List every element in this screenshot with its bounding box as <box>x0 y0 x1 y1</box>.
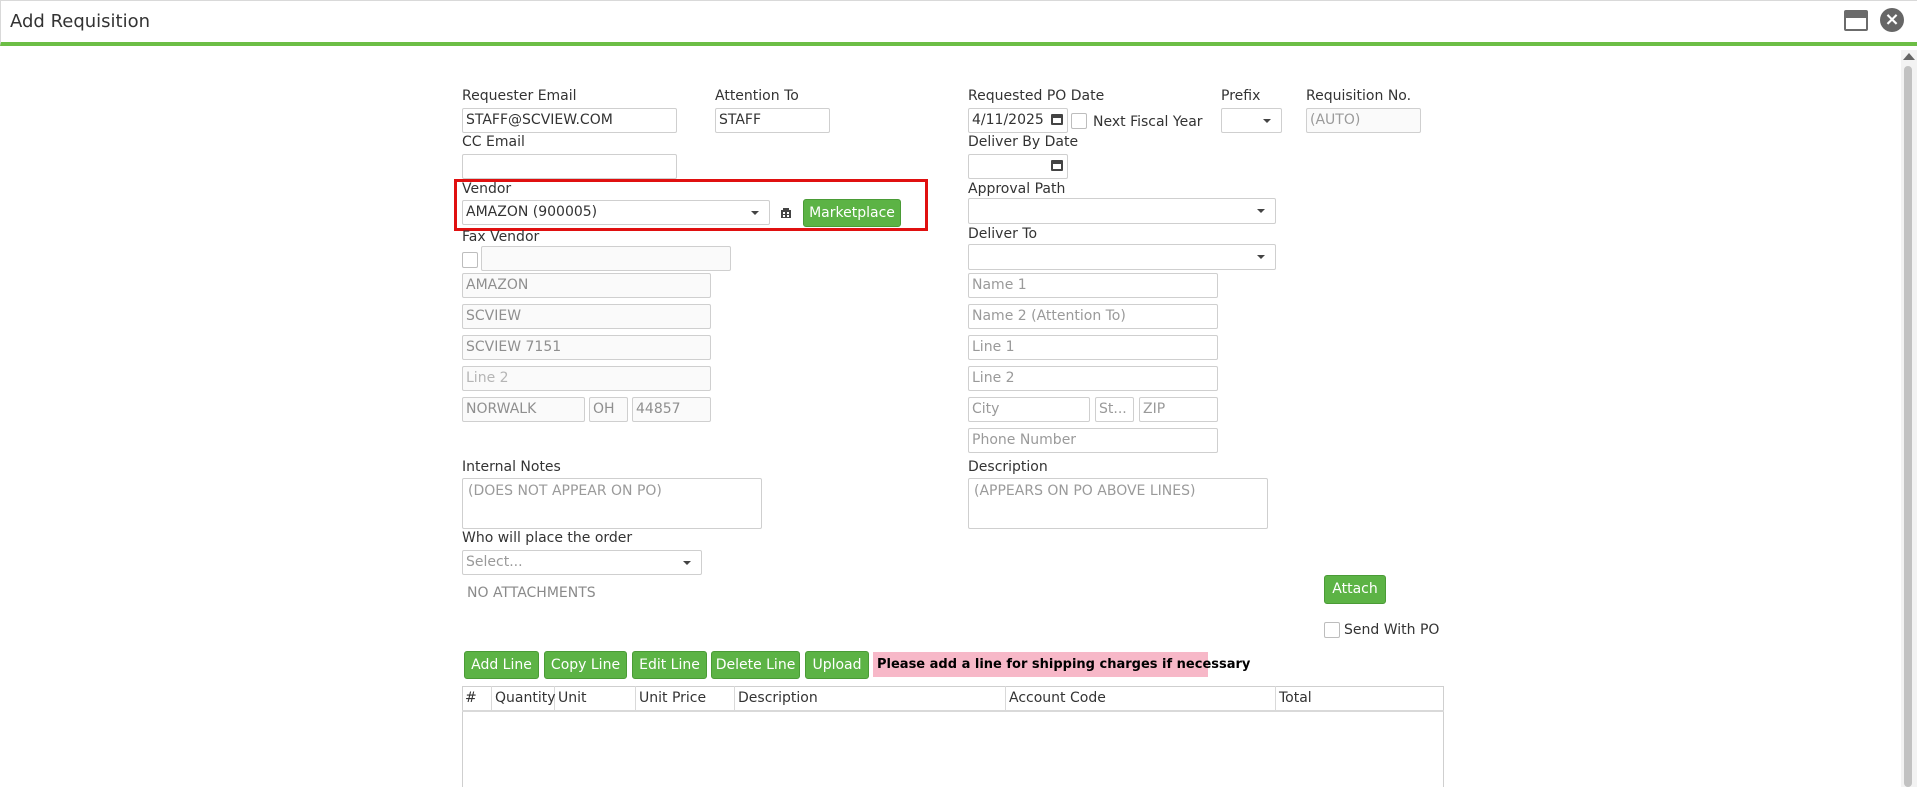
edit-line-button[interactable]: Edit Line <box>632 651 707 679</box>
vendor-state-field: OH <box>589 397 628 422</box>
chevron-down-icon <box>751 211 759 215</box>
deliver-name1-field[interactable]: Name 1 <box>968 273 1218 298</box>
vendor-select[interactable]: AMAZON (900005) <box>462 200 770 225</box>
attention-to-label: Attention To <box>715 88 799 104</box>
requested-po-date-field[interactable]: 4/11/2025 <box>968 108 1068 133</box>
requester-email-field[interactable]: STAFF@SCVIEW.COM <box>462 108 677 133</box>
approval-path-label: Approval Path <box>968 181 1066 197</box>
send-with-po-checkbox[interactable] <box>1324 622 1340 638</box>
requisition-no-field: (AUTO) <box>1306 108 1421 133</box>
scrollbar-thumb[interactable] <box>1904 66 1912 787</box>
fax-vendor-field[interactable] <box>481 246 731 271</box>
chevron-down-icon <box>1257 209 1265 213</box>
column-header-quantity[interactable]: Quantity <box>492 686 556 712</box>
prefix-label: Prefix <box>1221 88 1261 104</box>
scroll-up-arrow-icon[interactable] <box>1903 53 1915 60</box>
deliver-to-select[interactable] <box>968 244 1276 270</box>
internal-notes-textarea[interactable]: (DOES NOT APPEAR ON PO) <box>462 478 762 529</box>
vendor-line2-field: Line 2 <box>462 366 711 391</box>
copy-line-button[interactable]: Copy Line <box>544 651 627 679</box>
upload-button[interactable]: Upload <box>805 651 869 679</box>
deliver-zip-field[interactable]: ZIP <box>1139 397 1218 422</box>
vendor-zip-field: 44857 <box>632 397 711 422</box>
column-header-total[interactable]: Total <box>1276 686 1442 712</box>
column-header-number[interactable]: # <box>462 686 492 712</box>
send-with-po-label: Send With PO <box>1344 622 1440 638</box>
cc-email-label: CC Email <box>462 134 525 150</box>
description-textarea[interactable]: (APPEARS ON PO ABOVE LINES) <box>968 478 1268 529</box>
deliver-line2-field[interactable]: Line 2 <box>968 366 1218 391</box>
chevron-down-icon <box>1263 119 1271 123</box>
close-icon[interactable]: × <box>1880 8 1904 32</box>
vendor-name-field: AMAZON <box>462 273 711 298</box>
delete-line-button[interactable]: Delete Line <box>711 651 800 679</box>
column-header-account-code[interactable]: Account Code <box>1006 686 1276 712</box>
who-places-order-value: Select... <box>466 554 523 570</box>
next-fiscal-year-label: Next Fiscal Year <box>1093 114 1203 130</box>
no-attachments-text: NO ATTACHMENTS <box>467 585 596 601</box>
deliver-line1-field[interactable]: Line 1 <box>968 335 1218 360</box>
deliver-by-date-label: Deliver By Date <box>968 134 1079 150</box>
window-title: Add Requisition <box>10 11 151 32</box>
calendar-icon[interactable] <box>1051 160 1063 171</box>
who-places-order-select[interactable]: Select... <box>462 550 702 575</box>
marketplace-button[interactable]: Marketplace <box>803 199 901 227</box>
vendor-name2-field: SCVIEW <box>462 304 711 329</box>
window-titlebar <box>0 0 1917 46</box>
vendor-value: AMAZON (900005) <box>466 204 598 220</box>
requester-email-label: Requester Email <box>462 88 577 104</box>
vendor-city-field: NORWALK <box>462 397 585 422</box>
fax-vendor-checkbox[interactable] <box>462 252 478 268</box>
lines-grid-header: # Quantity Unit Unit Price Description A… <box>462 686 1444 712</box>
attention-to-field[interactable]: STAFF <box>715 108 830 133</box>
cc-email-field[interactable] <box>462 154 677 179</box>
column-header-unit-price[interactable]: Unit Price <box>636 686 735 712</box>
who-places-order-label: Who will place the order <box>462 530 633 546</box>
column-header-description[interactable]: Description <box>735 686 1006 712</box>
deliver-state-field[interactable]: St... <box>1095 397 1134 422</box>
deliver-by-date-field[interactable] <box>968 154 1068 179</box>
vendor-label: Vendor <box>462 181 512 197</box>
calendar-icon[interactable] <box>1051 114 1063 125</box>
chevron-down-icon <box>683 561 691 565</box>
deliver-to-label: Deliver To <box>968 226 1038 242</box>
requisition-no-label: Requisition No. <box>1306 88 1412 104</box>
deliver-name2-field[interactable]: Name 2 (Attention To) <box>968 304 1218 329</box>
add-line-button[interactable]: Add Line <box>464 651 539 679</box>
shipping-notice: Please add a line for shipping charges i… <box>873 652 1250 677</box>
deliver-city-field[interactable]: City <box>968 397 1090 422</box>
fax-vendor-label: Fax Vendor <box>462 229 540 245</box>
description-label: Description <box>968 459 1048 475</box>
vendor-line1-field: SCVIEW 7151 <box>462 335 711 360</box>
attach-button[interactable]: Attach <box>1324 575 1386 604</box>
maximize-icon[interactable] <box>1844 10 1868 31</box>
column-header-unit[interactable]: Unit <box>555 686 636 712</box>
internal-notes-label: Internal Notes <box>462 459 561 475</box>
requested-po-date-value: 4/11/2025 <box>972 112 1044 128</box>
building-icon[interactable] <box>780 207 792 219</box>
deliver-phone-field[interactable]: Phone Number <box>968 428 1218 453</box>
prefix-select[interactable] <box>1221 108 1282 133</box>
approval-path-select[interactable] <box>968 198 1276 224</box>
chevron-down-icon <box>1257 255 1265 259</box>
next-fiscal-year-checkbox[interactable] <box>1071 113 1087 129</box>
requested-po-date-label: Requested PO Date <box>968 88 1105 104</box>
